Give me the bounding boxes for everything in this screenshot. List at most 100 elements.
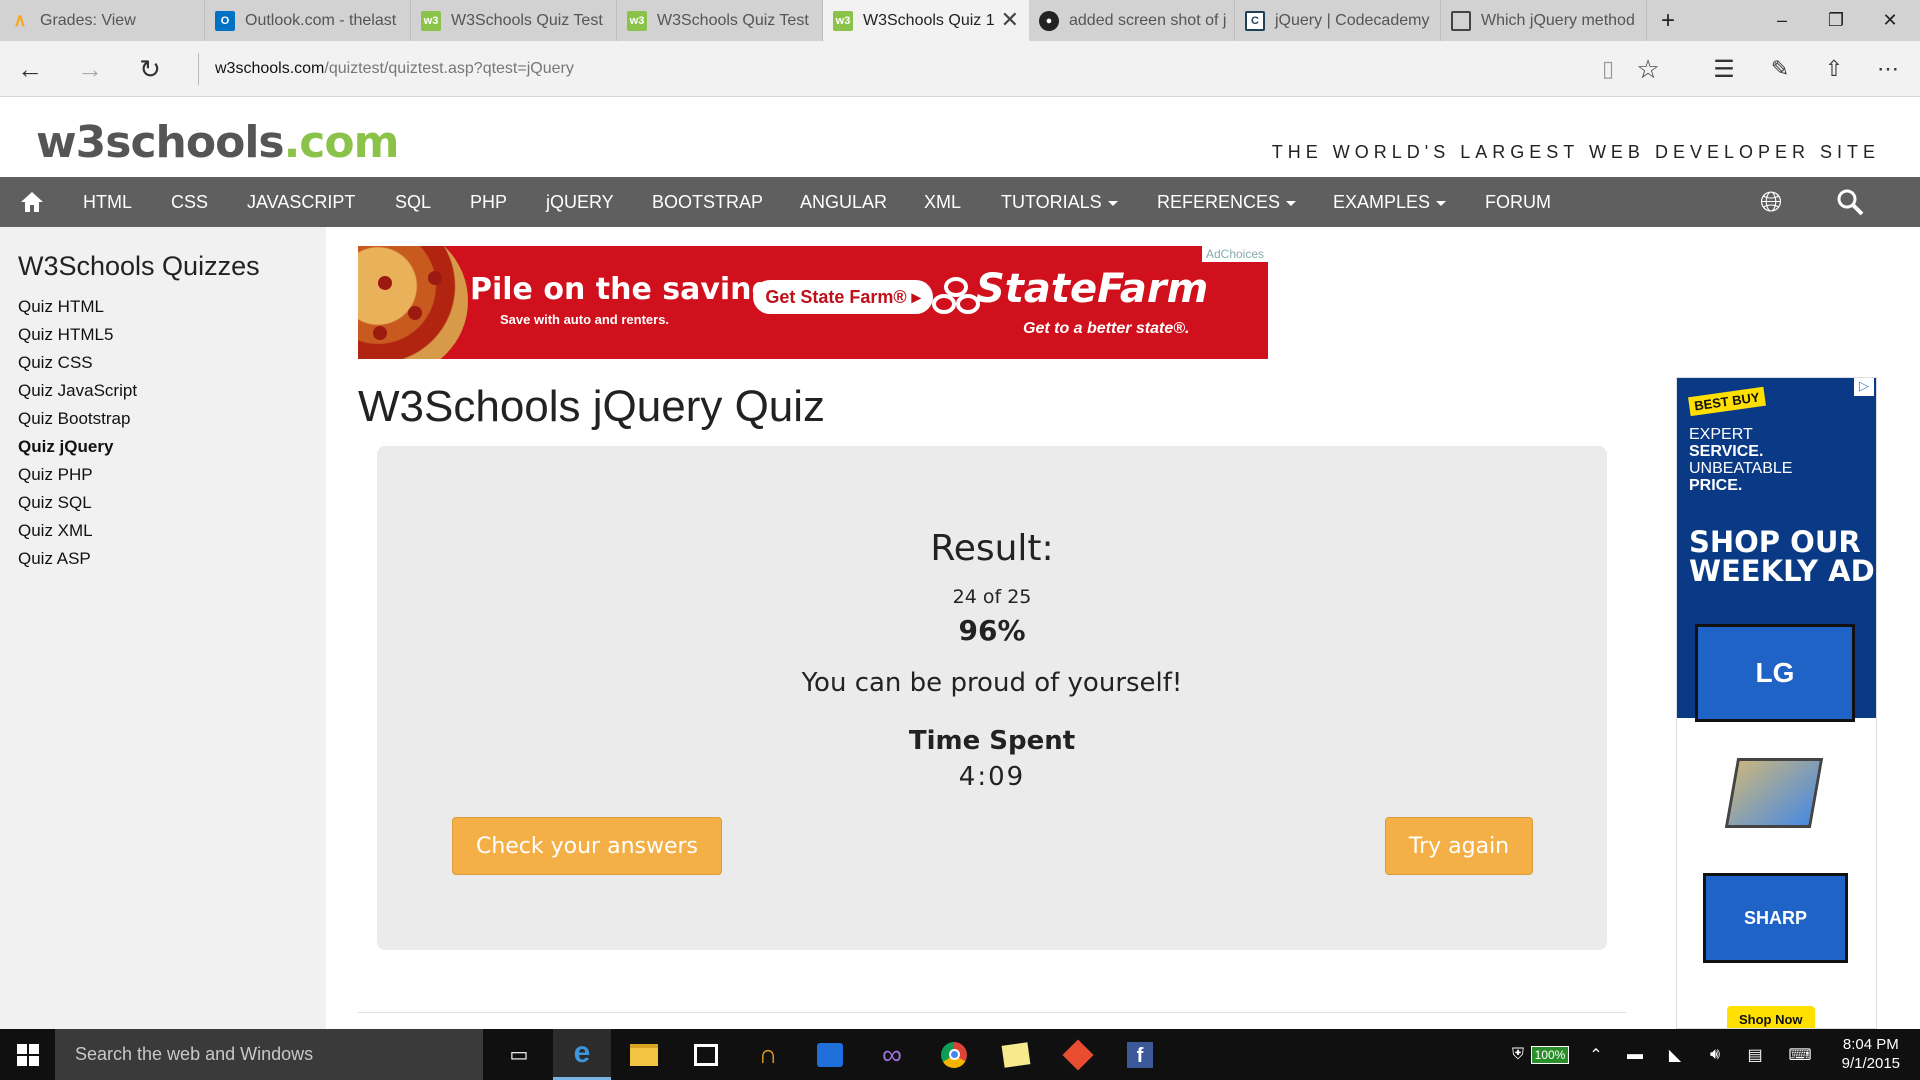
codewriter-icon[interactable] bbox=[801, 1029, 859, 1080]
adchoices-label[interactable]: AdChoices bbox=[1201, 246, 1268, 262]
reading-view-icon[interactable]: ▯ bbox=[1588, 49, 1628, 89]
nav-examples-label: EXAMPLES bbox=[1333, 192, 1431, 212]
nav-angular[interactable]: ANGULAR bbox=[800, 177, 887, 227]
nav-bootstrap[interactable]: BOOTSTRAP bbox=[652, 177, 763, 227]
github-icon: ● bbox=[1039, 10, 1059, 31]
adchoices-icon[interactable]: ▷ bbox=[1854, 378, 1874, 396]
chrome-icon[interactable] bbox=[925, 1029, 983, 1080]
store-icon[interactable] bbox=[677, 1029, 735, 1080]
ad-cta-button[interactable]: Get State Farm® ▸ bbox=[753, 280, 933, 314]
sidebar-item-quiz-html5[interactable]: Quiz HTML5 bbox=[18, 325, 113, 345]
sidebar-item-quiz-xml[interactable]: Quiz XML bbox=[18, 521, 93, 541]
hub-icon[interactable]: ☰ bbox=[1704, 49, 1744, 89]
keyboard-icon[interactable]: ⌨ bbox=[1784, 1029, 1816, 1080]
sidebar-title: W3Schools Quizzes bbox=[18, 251, 260, 281]
side-ad[interactable]: BEST BUY EXPERT SERVICE. UNBEATABLE PRIC… bbox=[1676, 377, 1877, 1029]
visual-studio-icon[interactable]: ∞ bbox=[863, 1029, 921, 1080]
check-answers-button[interactable]: Check your answers bbox=[452, 817, 722, 875]
sidebar-item-quiz-php[interactable]: Quiz PHP bbox=[18, 465, 93, 485]
try-again-button[interactable]: Try again bbox=[1385, 817, 1533, 875]
back-icon[interactable]: ← bbox=[10, 49, 50, 89]
nav-tutorials[interactable]: TUTORIALS bbox=[1001, 177, 1118, 227]
edge-icon[interactable]: e bbox=[553, 1029, 611, 1080]
favorite-star-icon[interactable]: ☆ bbox=[1628, 49, 1668, 89]
taskbar-search-input[interactable]: Search the web and Windows bbox=[55, 1029, 483, 1080]
chevron-up-icon[interactable]: ⌃ bbox=[1584, 1029, 1608, 1080]
w3schools-icon: w3 bbox=[421, 10, 441, 31]
task-view-icon[interactable]: ▭ bbox=[490, 1029, 548, 1080]
sidebar-item-quiz-asp[interactable]: Quiz ASP bbox=[18, 549, 91, 569]
site-header: w3schools.com THE WORLD'S LARGEST WEB DE… bbox=[0, 97, 1920, 177]
nav-references[interactable]: REFERENCES bbox=[1157, 177, 1297, 227]
nav-examples[interactable]: EXAMPLES bbox=[1333, 177, 1447, 227]
browser-tab[interactable]: w3 W3Schools Quiz Test bbox=[617, 0, 823, 41]
outlook-icon: O bbox=[215, 10, 235, 31]
headphones-icon[interactable]: ∩ bbox=[739, 1029, 797, 1080]
browser-toolbar: ← → ↻ w3schools.com/quiztest/quiztest.as… bbox=[0, 41, 1920, 97]
chevron-down-icon bbox=[1436, 200, 1447, 206]
battery-indicator[interactable]: 100% bbox=[1528, 1029, 1572, 1080]
ad-headline1: SHOP OUR bbox=[1689, 525, 1861, 559]
restore-icon[interactable]: ❐ bbox=[1806, 0, 1866, 41]
lg-tv-image: LG bbox=[1695, 624, 1855, 722]
volume-icon[interactable]: 🔊︎ bbox=[1702, 1029, 1728, 1080]
ad-subline: Save with auto and renters. bbox=[500, 312, 670, 327]
ad-headline2: WEEKLY AD bbox=[1689, 554, 1875, 588]
sidebar-item-quiz-css[interactable]: Quiz CSS bbox=[18, 353, 93, 373]
start-icon[interactable] bbox=[0, 1029, 55, 1080]
nav-sql[interactable]: SQL bbox=[395, 177, 431, 227]
nav-tutorials-label: TUTORIALS bbox=[1001, 192, 1102, 212]
power-icon[interactable]: ▬ bbox=[1622, 1029, 1648, 1080]
shop-now-button[interactable]: Shop Now bbox=[1727, 1006, 1815, 1028]
nav-jquery[interactable]: jQUERY bbox=[546, 177, 614, 227]
web-note-icon[interactable]: ✎ bbox=[1760, 49, 1800, 89]
nav-forum[interactable]: FORUM bbox=[1485, 177, 1551, 227]
nav-css[interactable]: CSS bbox=[171, 177, 208, 227]
sidebar-item-quiz-jquery[interactable]: Quiz jQuery bbox=[18, 437, 113, 457]
w3schools-logo[interactable]: w3schools.com bbox=[36, 117, 400, 168]
bestbuy-logo: BEST BUY bbox=[1688, 386, 1766, 417]
action-center-icon[interactable]: ▤ bbox=[1742, 1029, 1768, 1080]
git-icon[interactable] bbox=[1049, 1029, 1107, 1080]
globe-icon[interactable]: 🌐︎ bbox=[1760, 177, 1782, 227]
shield-icon[interactable]: ⛨ bbox=[1508, 1029, 1528, 1080]
minimize-icon[interactable]: – bbox=[1752, 0, 1812, 41]
share-icon[interactable]: ⇧ bbox=[1814, 49, 1854, 89]
refresh-icon[interactable]: ↻ bbox=[130, 49, 170, 89]
banner-ad[interactable]: Pile on the savings. Save with auto and … bbox=[358, 246, 1268, 359]
file-explorer-icon[interactable] bbox=[615, 1029, 673, 1080]
search-icon[interactable] bbox=[1836, 177, 1864, 227]
sidebar-item-quiz-javascript[interactable]: Quiz JavaScript bbox=[18, 381, 137, 401]
address-bar[interactable]: w3schools.com/quiztest/quiztest.asp?qtes… bbox=[198, 53, 574, 85]
top-navigation: HTML CSS JAVASCRIPT SQL PHP jQUERY BOOTS… bbox=[0, 177, 1920, 227]
sticky-notes-icon[interactable] bbox=[987, 1029, 1045, 1080]
w3schools-icon: w3 bbox=[833, 10, 853, 31]
page-title: W3Schools jQuery Quiz bbox=[358, 382, 826, 431]
nav-php[interactable]: PHP bbox=[470, 177, 507, 227]
nav-html[interactable]: HTML bbox=[83, 177, 132, 227]
browser-tab[interactable]: O Outlook.com - thelast bbox=[205, 0, 411, 41]
home-icon[interactable] bbox=[20, 177, 46, 227]
more-icon[interactable]: ⋯ bbox=[1868, 49, 1908, 89]
sidebar-item-quiz-sql[interactable]: Quiz SQL bbox=[18, 493, 92, 513]
browser-tab[interactable]: ● added screen shot of j bbox=[1029, 0, 1235, 41]
facebook-icon[interactable]: f bbox=[1111, 1029, 1169, 1080]
browser-tab[interactable]: C jQuery | Codecademy bbox=[1235, 0, 1441, 41]
close-window-icon[interactable]: ✕ bbox=[1860, 0, 1920, 41]
browser-tab[interactable]: Which jQuery method bbox=[1441, 0, 1647, 41]
nav-javascript[interactable]: JAVASCRIPT bbox=[247, 177, 355, 227]
wifi-icon[interactable]: ◣ bbox=[1662, 1029, 1688, 1080]
close-tab-icon[interactable]: ✕ bbox=[1001, 9, 1019, 31]
browser-tab[interactable]: w3 W3Schools Quiz Test bbox=[411, 0, 617, 41]
forward-icon[interactable]: → bbox=[70, 49, 110, 89]
sidebar-item-quiz-html[interactable]: Quiz HTML bbox=[18, 297, 104, 317]
nav-xml[interactable]: XML bbox=[924, 177, 961, 227]
system-clock[interactable]: 8:04 PM 9/1/2015 bbox=[1842, 1035, 1900, 1073]
url-path: /quiztest/quiztest.asp?qtest=jQuery bbox=[324, 60, 574, 77]
new-tab-icon[interactable]: + bbox=[1640, 0, 1696, 41]
logo-com: .com bbox=[283, 117, 400, 168]
browser-tab[interactable]: ∧ Grades: View bbox=[0, 0, 205, 41]
tab-title: jQuery | Codecademy bbox=[1275, 11, 1430, 29]
sidebar-item-quiz-bootstrap[interactable]: Quiz Bootstrap bbox=[18, 409, 130, 429]
browser-tab-active[interactable]: w3 W3Schools Quiz 1 ✕ bbox=[823, 0, 1029, 41]
